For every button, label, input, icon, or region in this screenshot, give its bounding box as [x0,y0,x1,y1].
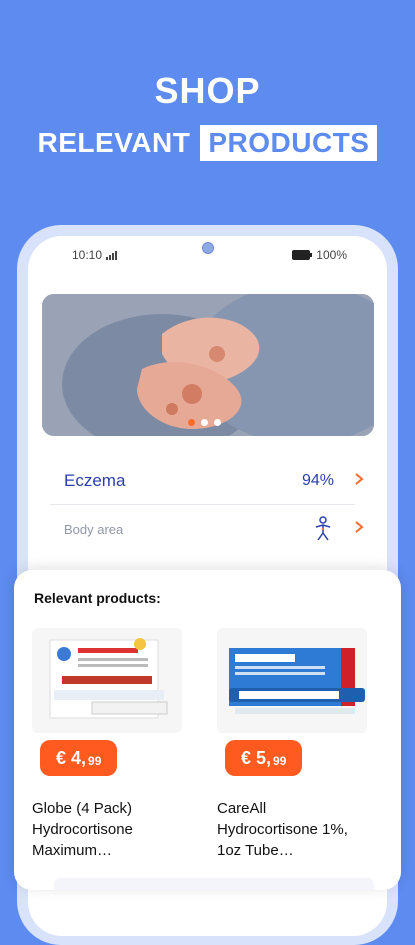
headline-relevant: RELEVANT [37,127,191,158]
headline-relevant-products: RELEVANT PRODUCTS [0,125,415,161]
status-bar: 10:10 100% [28,248,387,266]
products-title: Relevant products: [34,590,161,606]
product-card[interactable]: € 4, 99 Globe (4 Pack) Hydrocortisone Max… [32,628,202,859]
price-badge[interactable]: € 5, 99 [225,740,303,776]
carousel-dot[interactable] [214,419,221,426]
bottom-strip [54,878,374,890]
status-time: 10:10 [72,248,103,262]
skin-photo-image [42,294,374,436]
product-image[interactable] [32,628,182,733]
price-main: € 4, [56,747,87,768]
product-name[interactable]: CareAll Hydrocortisone 1%, 1oz Tube… [217,798,367,861]
condition-percentage: 94% [301,472,334,489]
condition-row[interactable]: Eczema 94% [42,466,374,496]
headline-shop: SHOP [154,70,261,111]
carousel-dot[interactable] [201,419,208,426]
row-divider [50,504,355,505]
condition-photo-carousel[interactable] [42,294,374,436]
carousel-dots [188,419,221,426]
headline-products-highlight: PRODUCTS [200,125,378,161]
product-card[interactable]: € 5, 99 CareAll Hydrocortisone 1%, 1oz Tu… [217,628,387,859]
battery-level: 100% [316,248,347,262]
product-image[interactable] [217,628,367,733]
chevron-right-icon [354,520,364,538]
price-badge[interactable]: € 4, 99 [40,740,118,776]
price-cents: 99 [88,753,102,768]
price-main: € 5, [241,747,272,768]
person-body-icon [315,516,331,541]
product-name[interactable]: Globe (4 Pack) Hydrocortisone Maximum… [32,798,182,861]
body-area-row[interactable]: Body area [42,514,374,544]
signal-icon [106,250,118,260]
battery-icon [292,250,313,260]
condition-name: Eczema [64,471,126,490]
carousel-dot[interactable] [188,419,195,426]
relevant-products-card: Relevant products: € 4, 99 Globe (4 Pack)… [14,570,401,890]
chevron-right-icon [354,472,364,490]
price-cents: 99 [273,753,287,768]
body-area-label: Body area [64,521,124,537]
